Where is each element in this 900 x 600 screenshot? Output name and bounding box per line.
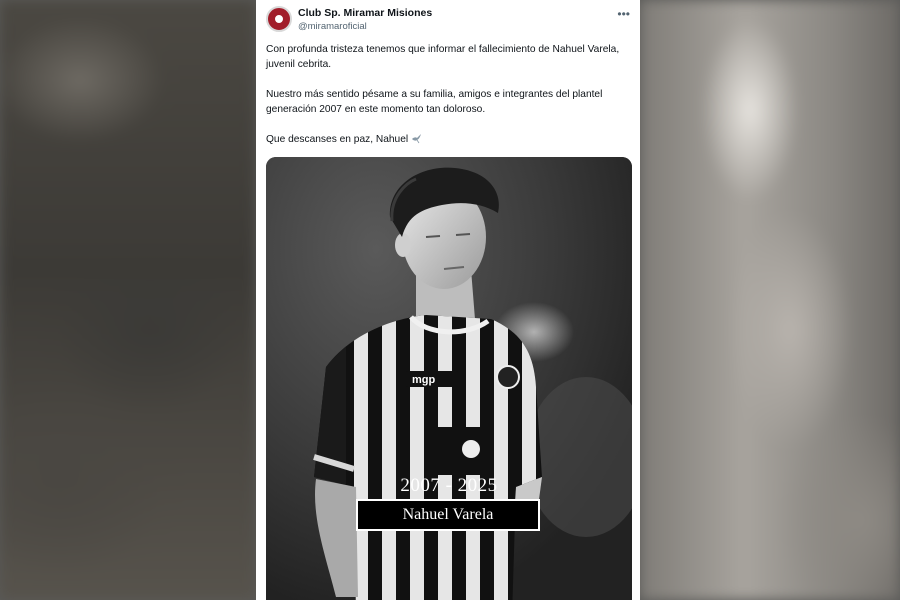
memorial-years: 2007 - 2025 xyxy=(400,475,498,496)
tweet-card: Club Sp. Miramar Misiones @miramaroficia… xyxy=(256,0,640,600)
jersey-sponsor-text: mgp xyxy=(412,374,436,386)
dove-icon xyxy=(411,132,423,149)
tweet-paragraph-last: Que descanses en paz, Nahuel xyxy=(266,132,628,149)
author-handle[interactable]: @miramaroficial xyxy=(298,21,367,32)
tweet-paragraph-text: Que descanses en paz, Nahuel xyxy=(266,134,409,145)
memorial-name: Nahuel Varela xyxy=(402,506,494,523)
avatar[interactable] xyxy=(266,6,292,32)
memorial-name-box: Nahuel Varela xyxy=(356,499,540,531)
tweet-media-image[interactable]: mgp 2007 - 2025 Nahuel Varela xyxy=(266,157,632,600)
author-name[interactable]: Club Sp. Miramar Misiones xyxy=(298,7,432,19)
tweet-paragraph: Nuestro más sentido pésame a su familia,… xyxy=(266,89,603,115)
tweet-paragraph: Con profunda tristeza tenemos que inform… xyxy=(266,44,620,70)
tweet-text: Con profunda tristeza tenemos que inform… xyxy=(266,42,628,164)
blurred-background-left xyxy=(0,0,256,600)
club-crest-icon xyxy=(273,13,285,25)
tweet-header: Club Sp. Miramar Misiones @miramaroficia… xyxy=(266,6,632,40)
blurred-background-right xyxy=(640,0,900,600)
more-options-icon[interactable]: ••• xyxy=(617,7,630,21)
memorial-photo: mgp xyxy=(266,157,632,600)
